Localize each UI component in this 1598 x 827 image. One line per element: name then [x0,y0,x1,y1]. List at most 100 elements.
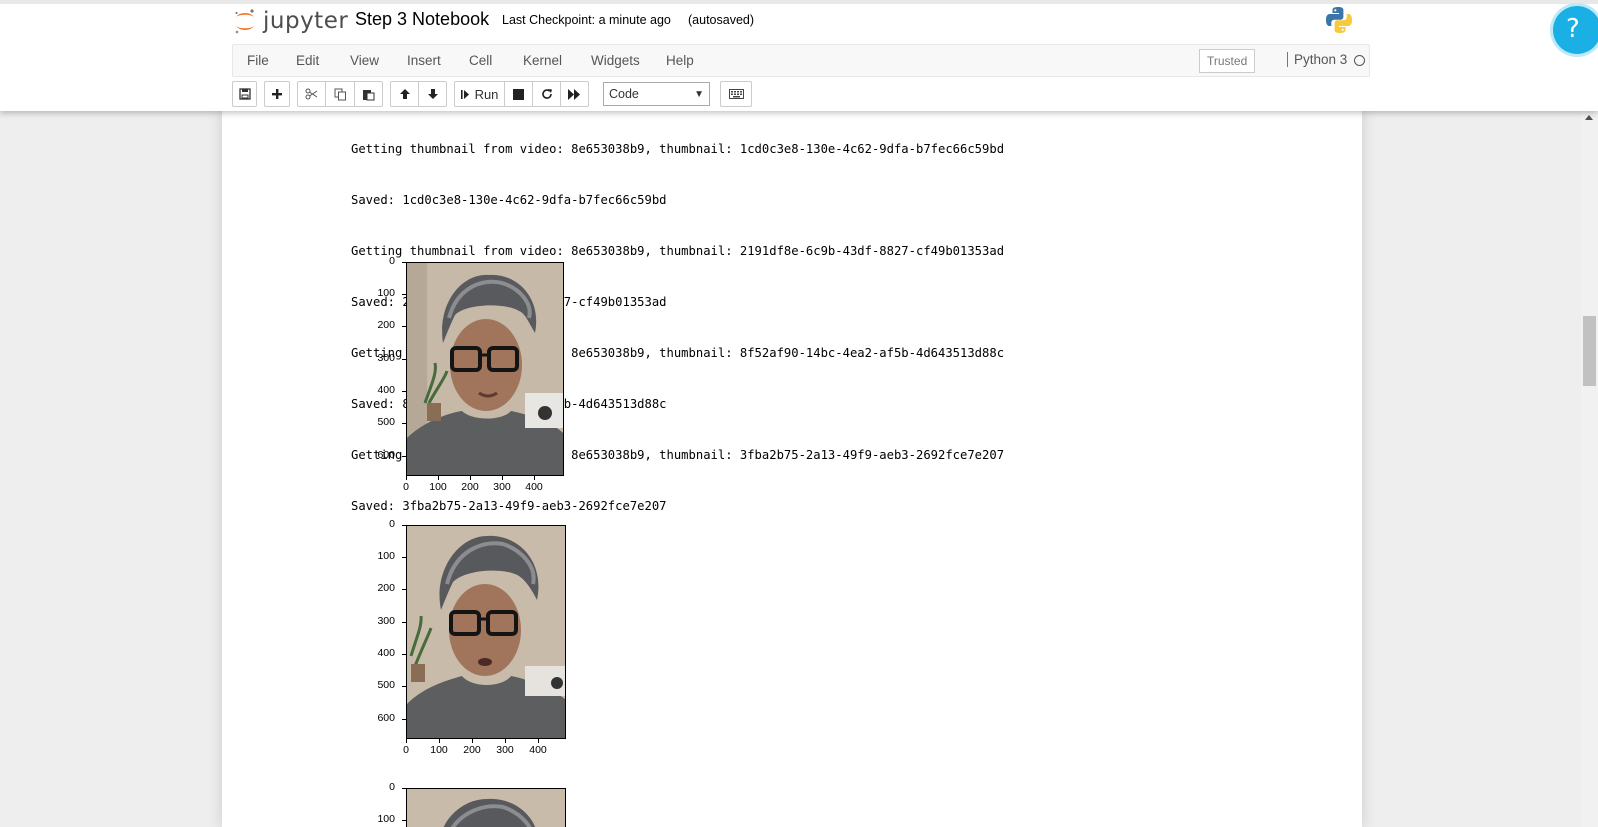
x-tick-label: 100 [429,481,447,493]
y-tick-label: 0 [389,518,395,530]
cut-icon [305,88,318,100]
y-tick-label: 100 [377,287,395,299]
x-tick-mark [505,739,506,743]
y-tick-label: 300 [377,615,395,627]
menubar: File Edit View Insert Cell Kernel Widget… [232,44,1370,77]
y-tick-label: 400 [377,384,395,396]
x-tick-mark [472,739,473,743]
y-tick-mark [402,719,406,720]
last-checkpoint-status: Last Checkpoint: a minute ago [502,13,671,27]
restart-icon [541,89,552,99]
move-up-button[interactable] [390,81,419,107]
run-icon [460,89,469,99]
x-tick-label: 0 [403,481,409,493]
notebook-container: Getting thumbnail from video: 8e653038b9… [222,111,1362,827]
y-tick-label: 100 [377,550,395,562]
jupyter-logo-text: jupyter [263,8,349,34]
browser-top-strip [0,0,1598,4]
y-tick-mark [402,820,406,821]
y-tick-mark [402,686,406,687]
menu-widgets[interactable]: Widgets [591,53,640,68]
y-tick-mark [402,654,406,655]
thumbnail-image-3 [406,788,566,827]
x-tick-label: 200 [461,481,479,493]
run-button[interactable]: Run [454,81,505,107]
y-tick-mark [402,262,406,263]
cut-button[interactable] [297,81,326,107]
y-tick-mark [402,359,406,360]
y-tick-mark [402,525,406,526]
y-tick-label: 600 [377,449,395,461]
cell-type-select[interactable]: Code ▼ [603,82,710,106]
x-tick-mark [406,739,407,743]
menu-file[interactable]: File [247,53,269,68]
arrow-up-icon [399,89,410,99]
scroll-up-arrow-icon[interactable] [1585,115,1593,120]
autosave-status: (autosaved) [688,13,755,27]
restart-button[interactable] [532,81,561,107]
command-palette-button[interactable] [720,81,752,107]
menu-insert[interactable]: Insert [407,53,441,68]
copy-button[interactable] [325,81,355,107]
x-tick-mark [406,476,407,480]
trusted-notebook-indicator[interactable]: Trusted [1199,49,1256,73]
x-tick-label: 400 [529,744,547,756]
x-tick-label: 200 [463,744,481,756]
paste-icon [363,89,375,100]
y-tick-label: 600 [377,712,395,724]
help-button[interactable]: ? [1553,6,1598,54]
output-line: Getting thumbnail from video: 8e653038b9… [351,142,1005,156]
x-tick-label: 400 [525,481,543,493]
arrow-down-icon [427,89,438,99]
interrupt-button[interactable] [504,81,533,107]
scrollbar-thumb[interactable] [1583,316,1596,386]
plus-icon [272,89,282,99]
y-tick-mark [402,326,406,327]
y-tick-label: 200 [377,319,395,331]
thumbnail-image-2 [406,525,566,739]
x-tick-mark [534,476,535,480]
output-line: Saved: 1cd0c3e8-130e-4c62-9dfa-b7fec66c5… [351,193,667,207]
paste-button[interactable] [354,81,383,107]
output-line: Getting thumbnail from video: 8e653038b9… [351,244,1005,258]
x-tick-label: 100 [430,744,448,756]
x-tick-label: 300 [496,744,514,756]
y-tick-label: 500 [377,416,395,428]
thumbnail-plot-2: 0 100 200 300 400 500 600 0 100 200 300 … [353,518,566,773]
y-tick-mark [402,622,406,623]
y-tick-label: 300 [377,352,395,364]
y-tick-mark [402,557,406,558]
save-button[interactable] [232,81,257,107]
y-tick-mark [402,391,406,392]
kernel-name[interactable]: Python 3 [1287,52,1347,67]
menu-cell[interactable]: Cell [469,53,492,68]
y-tick-label: 500 [377,679,395,691]
y-tick-mark [402,456,406,457]
page-scrollbar[interactable] [1581,111,1598,827]
kernel-idle-icon [1354,55,1365,66]
y-tick-label: 100 [377,813,395,825]
notebook-title[interactable]: Step 3 Notebook [355,9,489,30]
python-logo-icon [1324,5,1354,35]
thumbnail-image-1 [406,262,564,476]
x-tick-label: 300 [493,481,511,493]
fast-forward-icon [568,88,580,100]
jupyter-logo[interactable]: jupyter [233,6,348,36]
y-tick-mark [402,423,406,424]
menu-help[interactable]: Help [666,53,694,68]
menu-view[interactable]: View [350,53,379,68]
menu-edit[interactable]: Edit [296,53,319,68]
x-tick-mark [439,739,440,743]
y-tick-label: 0 [389,781,395,793]
move-down-button[interactable] [418,81,447,107]
menu-kernel[interactable]: Kernel [523,53,562,68]
stop-icon [513,88,524,100]
x-tick-mark [502,476,503,480]
y-tick-mark [402,294,406,295]
insert-cell-button[interactable] [264,81,290,107]
cell-type-value: Code [609,87,639,101]
y-tick-label: 400 [377,647,395,659]
jupyter-logo-icon [233,8,257,34]
restart-run-all-button[interactable] [560,81,589,107]
save-icon [238,88,251,100]
